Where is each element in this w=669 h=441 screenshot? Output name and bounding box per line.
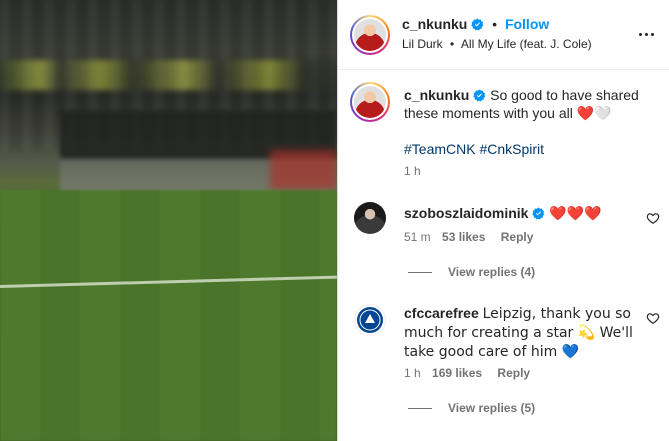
caption-text: c_nkunku So good to have shared these mo… [404,86,654,123]
view-replies-button[interactable]: View replies (4) [408,265,535,279]
header-user-row: c_nkunku • Follow [402,16,549,32]
caption-hashtags[interactable]: #TeamCNK #CnkSpirit [404,140,654,158]
like-heart-icon[interactable] [646,311,660,325]
verified-badge-icon [471,18,484,31]
reply-button[interactable]: Reply [501,230,534,244]
author-username[interactable]: c_nkunku [402,16,467,32]
separator-dot: • [492,16,498,32]
separator-dot: • [450,37,455,51]
caption-timestamp: 1 h [404,164,421,178]
comment-text: cfccarefree Leipzig, thank you so much f… [404,304,654,361]
comment-username[interactable]: szoboszlaidominik [404,205,528,221]
view-replies-label: View replies (5) [448,401,536,415]
comment-time: 51 m [404,230,431,244]
comment-meta: 51 m 53 likes Reply [404,230,533,244]
view-replies-button[interactable]: View replies (5) [408,401,535,415]
audio-artist: Lil Durk [402,37,443,51]
comment-username[interactable]: cfccarefree [404,305,479,321]
chelsea-crest-icon [357,307,383,333]
caption-emojis: ❤️🤍 [576,106,612,122]
replies-dash [408,272,432,274]
media-adboard [0,60,337,90]
like-heart-icon[interactable] [646,211,660,225]
audio-track: All My Life (feat. J. Cole) [460,37,592,51]
comment-text: szoboszlaidominik ❤️❤️❤️ [404,204,654,223]
caption-username[interactable]: c_nkunku [404,87,469,103]
comment-meta: 1 h 169 likes Reply [404,366,530,380]
comment-avatar[interactable] [354,304,386,336]
caption-avatar[interactable] [350,82,390,122]
comment-avatar[interactable] [354,202,386,234]
reply-button[interactable]: Reply [497,366,530,380]
comment-likes[interactable]: 53 likes [442,230,485,244]
follow-button[interactable]: Follow [505,16,549,32]
audio-attribution[interactable]: Lil Durk • All My Life (feat. J. Cole) [402,37,592,51]
verified-badge-icon [532,207,545,220]
post-header: c_nkunku • Follow Lil Durk • All My Life… [338,0,669,70]
comment-body: ❤️❤️❤️ [549,206,602,222]
replies-dash [408,408,432,410]
comment-likes[interactable]: 169 likes [432,366,482,380]
more-options-icon[interactable] [636,24,656,44]
media-crowd [270,150,337,190]
comment-time: 1 h [404,366,421,380]
verified-badge-icon [473,89,486,102]
post-side-panel: c_nkunku • Follow Lil Durk • All My Life… [338,0,669,441]
post-media-video[interactable] [0,0,337,441]
author-avatar[interactable] [350,15,390,55]
media-pitch [0,190,337,441]
view-replies-label: View replies (4) [448,265,536,279]
